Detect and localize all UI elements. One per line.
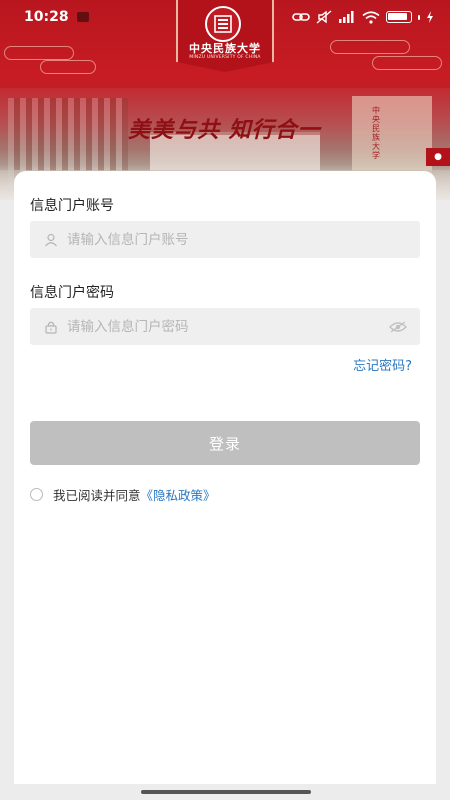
wifi-icon [362, 10, 380, 24]
mute-icon [316, 10, 332, 24]
privacy-policy-link[interactable]: 《隐私政策》 [141, 488, 216, 503]
signal-icon [339, 11, 354, 23]
cloud-decoration [40, 60, 96, 74]
lock-icon [42, 318, 60, 336]
slogan-calligraphy: 美美与共 知行合一 [128, 117, 321, 143]
notification-icon [76, 12, 89, 22]
battery-tip [418, 14, 420, 20]
charging-icon [427, 11, 433, 23]
radio-icon[interactable] [30, 488, 43, 501]
side-calligraphy: 中央民族大学 [372, 106, 380, 160]
login-card: 信息门户账号 信息门户密码 忘记密码? 登录 [14, 171, 436, 800]
link-icon [292, 13, 310, 21]
eye-off-icon[interactable] [388, 320, 408, 334]
password-label: 信息门户密码 [30, 285, 114, 301]
privacy-agreement: 我已阅读并同意《隐私政策》 [30, 485, 216, 504]
university-name: 中央民族大学 [189, 42, 261, 55]
login-button[interactable]: 登录 [30, 421, 420, 465]
agree-text: 我已阅读并同意 [53, 488, 141, 503]
cloud-decoration [4, 46, 74, 60]
account-label: 信息门户账号 [30, 198, 114, 214]
user-icon [42, 231, 60, 249]
status-bar: 10:28 [0, 0, 450, 34]
university-name-en: MINZU UNIVERSITY OF CHINA [189, 55, 261, 60]
side-red-badge: ● [426, 148, 450, 166]
cloud-decoration [330, 40, 410, 54]
password-input[interactable] [67, 318, 388, 335]
account-input-wrapper[interactable] [30, 221, 420, 258]
password-input-wrapper[interactable] [30, 308, 420, 345]
cloud-decoration [372, 56, 442, 70]
forgot-password-link[interactable]: 忘记密码? [353, 355, 412, 374]
status-time: 10:28 [24, 9, 69, 25]
home-indicator[interactable] [141, 790, 311, 794]
account-input[interactable] [67, 231, 408, 248]
battery-icon [386, 11, 412, 23]
